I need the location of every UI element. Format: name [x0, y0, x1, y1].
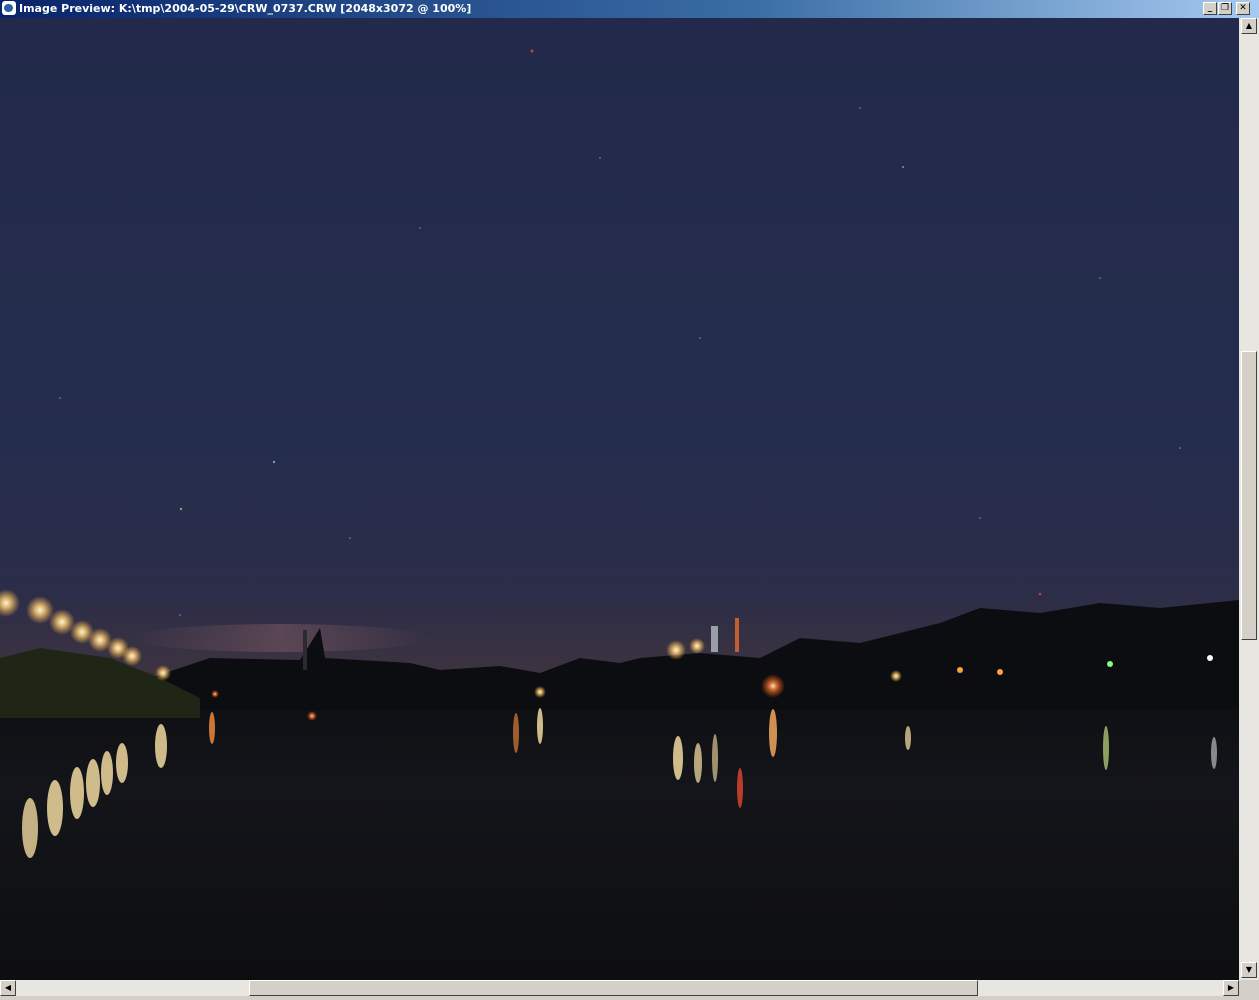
app-icon[interactable] [2, 1, 16, 15]
scroll-down-button[interactable]: ▼ [1241, 962, 1257, 978]
water-reflections [22, 708, 1217, 858]
close-button[interactable]: ✕ [1236, 2, 1250, 15]
embankment [0, 648, 200, 718]
title-bar[interactable]: Image Preview: K:\tmp\2004-05-29\CRW_073… [0, 0, 1259, 18]
tower [735, 618, 739, 652]
window-title: Image Preview: K:\tmp\2004-05-29\CRW_073… [19, 2, 472, 15]
horizontal-scrollbar[interactable]: ◀ ▶ [0, 980, 1239, 996]
image-viewport[interactable] [0, 18, 1239, 980]
scroll-left-button[interactable]: ◀ [0, 980, 16, 996]
vertical-scrollbar[interactable]: ▲ ▼ [1239, 18, 1259, 980]
window-bottom-border [0, 996, 1239, 1000]
restore-button[interactable]: ❐ [1218, 2, 1232, 15]
shore-silhouette [150, 600, 1239, 710]
crane [303, 630, 307, 670]
scroll-right-button[interactable]: ▶ [1223, 980, 1239, 996]
horizontal-scroll-thumb[interactable] [249, 980, 978, 996]
chimney [711, 626, 718, 652]
scroll-up-button[interactable]: ▲ [1241, 18, 1257, 34]
night-river-photo [0, 49, 1239, 858]
vertical-scroll-thumb[interactable] [1241, 351, 1257, 640]
size-grip[interactable] [1239, 980, 1259, 1000]
horizon-haze [130, 624, 430, 652]
stars [59, 49, 1181, 616]
minimize-button[interactable]: _ [1203, 2, 1217, 15]
image-preview-window: Image Preview: K:\tmp\2004-05-29\CRW_073… [0, 0, 1259, 1000]
